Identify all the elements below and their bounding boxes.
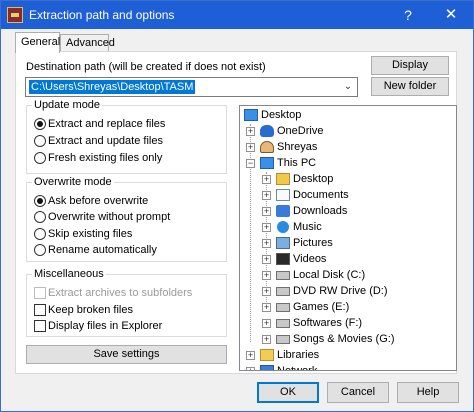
radio-label: Fresh existing files only	[48, 152, 163, 164]
tree-node-label: DVD RW Drive (D:)	[293, 285, 388, 297]
destination-path-combo[interactable]: C:\Users\Shreyas\Desktop\TASM ⌄	[25, 77, 358, 97]
tree-node-label: Downloads	[293, 205, 348, 217]
tab-general[interactable]: General	[15, 32, 60, 53]
tree-node-label: Softwares (F:)	[293, 317, 363, 329]
expand-icon[interactable]: +	[246, 127, 255, 136]
tree-node-label: Shreyas	[277, 141, 318, 153]
checkbox[interactable]	[34, 304, 46, 316]
folder-icon	[276, 173, 290, 185]
expand-icon[interactable]: +	[246, 351, 255, 360]
radio-button[interactable]	[34, 118, 46, 130]
expand-icon[interactable]: +	[262, 271, 271, 280]
checkbox-label: Extract archives to subfolders	[48, 287, 193, 299]
disk-icon	[276, 271, 290, 280]
tree-node-label: OneDrive	[277, 125, 324, 137]
cancel-button[interactable]: Cancel	[327, 382, 389, 403]
pictures-icon	[276, 237, 290, 249]
update-mode-title: Update mode	[32, 99, 103, 111]
radio-label: Extract and update files	[48, 135, 163, 147]
radio-button[interactable]	[34, 211, 46, 223]
expand-icon[interactable]: +	[262, 207, 271, 216]
collapse-icon[interactable]: −	[246, 159, 255, 168]
radio-label: Rename automatically	[48, 244, 157, 256]
checkbox-label: Display files in Explorer	[48, 320, 163, 332]
user-icon	[260, 141, 274, 153]
expand-icon[interactable]: +	[262, 255, 271, 264]
radio-label: Overwrite without prompt	[48, 211, 171, 223]
display-button[interactable]: Display	[371, 56, 449, 75]
checkbox	[34, 287, 46, 299]
expand-icon[interactable]: +	[246, 143, 255, 152]
tree-node-label: This PC	[277, 157, 317, 169]
disk-icon	[276, 335, 290, 344]
tree-node-label: Games (E:)	[293, 301, 350, 313]
expand-icon[interactable]: +	[262, 223, 271, 232]
tree-guide-line	[250, 124, 251, 342]
tree-node-label: Music	[293, 221, 322, 233]
radio-label: Extract and replace files	[48, 118, 166, 130]
tree-node-label: Pictures	[293, 237, 333, 249]
radio-button[interactable]	[34, 152, 46, 164]
tree-node-label: Desktop	[261, 109, 302, 121]
radio-button[interactable]	[34, 228, 46, 240]
tree-node-label: Desktop	[293, 173, 334, 185]
title-bar: Extraction path and options ? ✕	[1, 1, 473, 29]
expand-icon[interactable]: +	[262, 303, 271, 312]
chevron-down-icon[interactable]: ⌄	[341, 80, 355, 94]
checkbox-label: Keep broken files	[48, 304, 133, 316]
overwrite-mode-title: Overwrite mode	[32, 176, 114, 188]
tree-node-label: Local Disk (C:)	[293, 269, 366, 281]
close-button[interactable]: ✕	[429, 1, 473, 29]
videos-icon	[276, 253, 290, 265]
destination-path-value[interactable]: C:\Users\Shreyas\Desktop\TASM	[29, 80, 196, 94]
expand-icon[interactable]: +	[262, 335, 271, 344]
folder-tree[interactable]: Desktop + OneDrive + Shreyas − This PC +…	[239, 105, 457, 371]
checkbox[interactable]	[34, 320, 46, 332]
monitor-icon	[244, 109, 258, 121]
radio-button[interactable]	[34, 135, 46, 147]
radio-label: Ask before overwrite	[48, 195, 149, 207]
expand-icon[interactable]: +	[262, 191, 271, 200]
save-settings-button[interactable]: Save settings	[26, 345, 227, 364]
radio-button[interactable]	[34, 195, 46, 207]
music-icon	[277, 221, 289, 233]
monitor-icon	[260, 157, 274, 169]
destination-label: Destination path (will be created if doe…	[26, 61, 266, 73]
expand-icon[interactable]: +	[246, 367, 255, 370]
new-folder-button[interactable]: New folder	[371, 77, 449, 96]
tree-node-label: Libraries	[277, 349, 320, 361]
documents-icon	[276, 189, 290, 201]
disk-icon	[276, 287, 290, 296]
extraction-dialog: Extraction path and options ? ✕ General …	[0, 0, 474, 412]
cloud-icon	[260, 125, 274, 137]
network-icon	[260, 365, 274, 370]
winrar-app-icon	[7, 7, 23, 23]
title-help-button[interactable]: ?	[391, 1, 425, 29]
expand-icon[interactable]: +	[262, 287, 271, 296]
disk-icon	[276, 319, 290, 328]
expand-icon[interactable]: +	[262, 239, 271, 248]
miscellaneous-title: Miscellaneous	[32, 268, 106, 280]
tree-node-label: Network	[277, 365, 318, 371]
tree-node-label: Songs & Movies (G:)	[293, 333, 395, 345]
disk-icon	[276, 303, 290, 312]
tree-node-label: Videos	[293, 253, 327, 265]
radio-label: Skip existing files	[48, 228, 133, 240]
ok-button[interactable]: OK	[257, 382, 319, 403]
expand-icon[interactable]: +	[262, 319, 271, 328]
libraries-icon	[260, 349, 274, 361]
downloads-icon	[276, 205, 290, 217]
help-button[interactable]: Help	[397, 382, 459, 403]
tab-advanced[interactable]: Advanced	[60, 34, 115, 52]
window-title: Extraction path and options	[29, 8, 175, 22]
expand-icon[interactable]: +	[262, 175, 271, 184]
radio-button[interactable]	[34, 244, 46, 256]
tree-node-label: Documents	[293, 189, 349, 201]
